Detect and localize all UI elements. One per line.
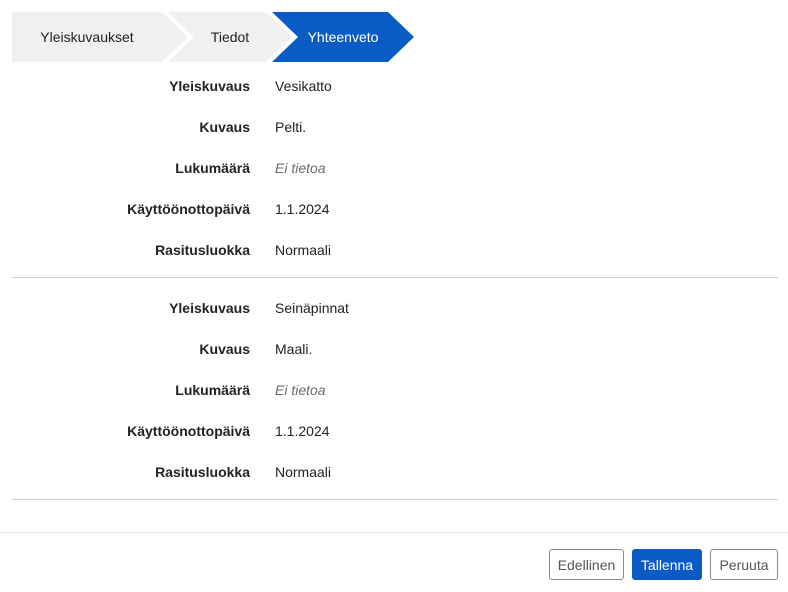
step-label: Yhteenveto — [307, 29, 379, 45]
wizard-stepper: Yleiskuvaukset Tiedot Yhteenveto — [12, 12, 432, 62]
field-label: Kuvaus — [199, 119, 250, 135]
field-value: Maali. — [275, 341, 313, 357]
summary-row: Kuvaus Pelti. — [12, 119, 778, 139]
summary-row: Yleiskuvaus Vesikatto — [12, 78, 778, 98]
field-label: Rasitusluokka — [155, 242, 250, 258]
summary-page: Yleiskuvaukset Tiedot Yhteenveto Yleisku… — [0, 0, 788, 592]
field-value: Seinäpinnat — [275, 300, 349, 316]
step-label: Tiedot — [210, 29, 250, 45]
previous-button[interactable]: Edellinen — [549, 549, 624, 580]
field-value: Normaali — [275, 242, 332, 258]
field-label: Lukumäärä — [175, 160, 250, 176]
save-button[interactable]: Tallenna — [632, 549, 702, 580]
field-value: Vesikatto — [275, 78, 332, 94]
summary-row: Kuvaus Maali. — [12, 341, 778, 361]
field-value: Pelti. — [275, 119, 307, 135]
field-value-empty: Ei tietoa — [275, 160, 326, 176]
summary-row: Lukumäärä Ei tietoa — [12, 382, 778, 402]
field-value-empty: Ei tietoa — [275, 382, 326, 398]
summary-group: Yleiskuvaus Seinäpinnat Kuvaus Maali. Lu… — [12, 287, 778, 500]
cancel-button[interactable]: Peruuta — [710, 549, 778, 580]
field-label: Käyttöönottopäivä — [127, 201, 250, 217]
summary-row: Yleiskuvaus Seinäpinnat — [12, 300, 778, 320]
field-label: Kuvaus — [199, 341, 250, 357]
field-label: Yleiskuvaus — [169, 78, 250, 94]
field-value: 1.1.2024 — [275, 201, 330, 217]
summary-row: Rasitusluokka Normaali — [12, 464, 778, 484]
summary-row: Käyttöönottopäivä 1.1.2024 — [12, 423, 778, 443]
step-label: Yleiskuvaukset — [40, 29, 134, 45]
summary-group: Yleiskuvaus Vesikatto Kuvaus Pelti. Luku… — [12, 65, 778, 278]
summary-row: Rasitusluokka Normaali — [12, 242, 778, 262]
field-value: Normaali — [275, 464, 332, 480]
field-label: Käyttöönottopäivä — [127, 423, 250, 439]
field-value: 1.1.2024 — [275, 423, 330, 439]
step-yhteenveto[interactable]: Yhteenveto — [272, 12, 414, 62]
field-label: Rasitusluokka — [155, 464, 250, 480]
footer-divider — [0, 532, 788, 533]
field-label: Yleiskuvaus — [169, 300, 250, 316]
step-yleiskuvaukset[interactable]: Yleiskuvaukset — [12, 12, 188, 62]
summary-row: Lukumäärä Ei tietoa — [12, 160, 778, 180]
summary-row: Käyttöönottopäivä 1.1.2024 — [12, 201, 778, 221]
field-label: Lukumäärä — [175, 382, 250, 398]
